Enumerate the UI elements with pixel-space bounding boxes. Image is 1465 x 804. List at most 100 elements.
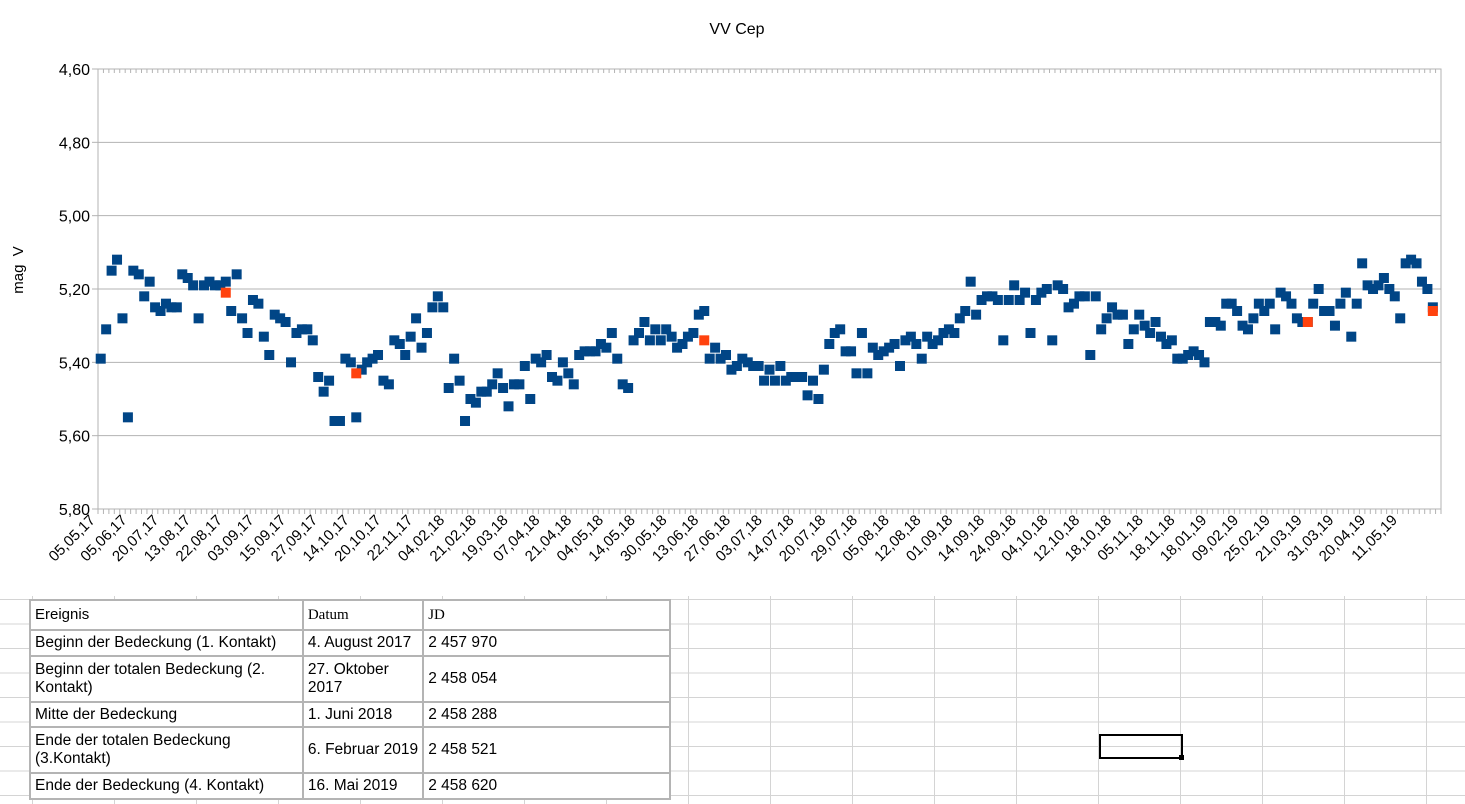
cell-jd[interactable]: 2 458 054 — [422, 655, 671, 703]
data-point — [1378, 273, 1389, 283]
data-point — [965, 276, 976, 287]
data-point — [498, 383, 509, 393]
data-point — [492, 368, 503, 379]
cell-event[interactable]: Mitte der Bedeckung — [29, 701, 304, 728]
data-point — [519, 361, 530, 371]
cell-event[interactable]: Beginn der Bedeckung (1. Kontakt) — [29, 629, 304, 657]
data-point — [949, 328, 960, 338]
cell-jd[interactable]: 2 458 288 — [422, 701, 671, 728]
cell-event[interactable]: Ende der totalen Bedeckung (3.Kontakt) — [29, 726, 304, 774]
y-tick-label: 4,80 — [59, 135, 90, 152]
cell-event[interactable]: Ende der Bedeckung (4. Kontakt) — [29, 772, 304, 800]
cell-jd[interactable]: 2 458 521 — [422, 726, 671, 774]
data-point — [1357, 258, 1368, 269]
data-point — [264, 350, 275, 360]
data-point — [460, 416, 471, 426]
y-tick-label: 5,00 — [59, 209, 90, 226]
data-point — [753, 361, 764, 371]
data-point — [449, 353, 460, 364]
cell-date[interactable]: 16. Mai 2019 — [301, 772, 425, 800]
data-point — [846, 346, 857, 357]
data-point — [862, 368, 873, 379]
data-point — [775, 361, 786, 371]
data-point — [688, 328, 699, 338]
y-axis-label: mag V — [10, 246, 27, 294]
data-point — [612, 353, 623, 364]
data-point — [1085, 350, 1096, 360]
y-tick-label: 5,40 — [59, 355, 90, 372]
data-point — [112, 254, 123, 265]
data-point — [1009, 280, 1020, 291]
data-point — [541, 350, 552, 360]
data-point — [226, 306, 237, 316]
fill-handle[interactable] — [1179, 755, 1184, 760]
selected-cell[interactable] — [1099, 734, 1183, 759]
cell-date[interactable]: 6. Februar 2019 — [301, 726, 425, 774]
data-point — [568, 379, 579, 390]
data-point — [807, 375, 818, 386]
data-point — [639, 317, 650, 327]
data-point — [1264, 298, 1275, 309]
scatter-chart: VV Cep mag V 4,604,805,005,205,405,605,8… — [10, 21, 1442, 565]
cell-jd[interactable]: 2 457 970 — [422, 629, 671, 657]
data-point — [851, 368, 862, 379]
data-point — [721, 350, 732, 360]
data-point — [1145, 328, 1156, 338]
data-point — [525, 394, 536, 404]
data-point — [894, 361, 905, 371]
data-point — [1422, 284, 1433, 294]
cell-date[interactable]: 1. Juni 2018 — [301, 701, 425, 728]
data-point — [1242, 324, 1253, 335]
data-point — [1041, 284, 1052, 294]
data-point — [334, 416, 345, 426]
data-point — [1286, 298, 1297, 309]
data-point — [998, 335, 1009, 346]
data-point — [1025, 328, 1036, 338]
data-point — [824, 339, 835, 349]
cell-event[interactable]: Beginn der totalen Bedeckung (2. Kontakt… — [29, 655, 304, 703]
cell-date[interactable]: 4. August 2017 — [301, 629, 425, 657]
data-point — [101, 324, 112, 335]
data-point — [139, 291, 150, 302]
data-point — [400, 350, 411, 360]
data-point — [411, 313, 422, 324]
data-point — [802, 390, 813, 401]
data-point — [1123, 339, 1134, 349]
data-point — [373, 350, 384, 360]
table-header-row: Ereignis Datum JD — [29, 599, 671, 631]
data-point — [1389, 291, 1400, 302]
data-point — [1150, 317, 1161, 327]
data-point — [644, 335, 655, 346]
data-point — [1166, 335, 1177, 346]
table-row: Mitte der Bedeckung 1. Juni 2018 2 458 2… — [29, 701, 671, 728]
data-point — [432, 291, 443, 302]
cell-jd[interactable]: 2 458 620 — [422, 772, 671, 800]
data-point — [95, 353, 106, 364]
data-point — [133, 269, 144, 280]
data-point — [1134, 309, 1145, 320]
data-point — [307, 335, 318, 346]
header-datum: Datum — [301, 599, 425, 631]
data-point — [1047, 335, 1058, 346]
data-point — [764, 364, 775, 375]
chart-title: VV Cep — [709, 21, 764, 38]
data-point — [470, 397, 481, 408]
data-point — [699, 306, 710, 316]
data-point — [1248, 313, 1259, 324]
data-point — [1324, 306, 1335, 316]
data-point — [286, 357, 297, 368]
data-point — [302, 324, 313, 335]
data-point — [345, 357, 356, 368]
data-point — [487, 379, 498, 390]
data-point — [1346, 331, 1357, 342]
data-point — [1329, 320, 1340, 331]
cell-date[interactable]: 27. Oktober 2017 — [301, 655, 425, 703]
data-point — [1128, 324, 1139, 335]
event-point — [699, 335, 710, 346]
data-point — [242, 328, 253, 338]
data-point — [1096, 324, 1107, 335]
data-point — [383, 379, 394, 390]
data-point — [971, 309, 982, 320]
data-point — [835, 324, 846, 335]
data-point — [1270, 324, 1281, 335]
